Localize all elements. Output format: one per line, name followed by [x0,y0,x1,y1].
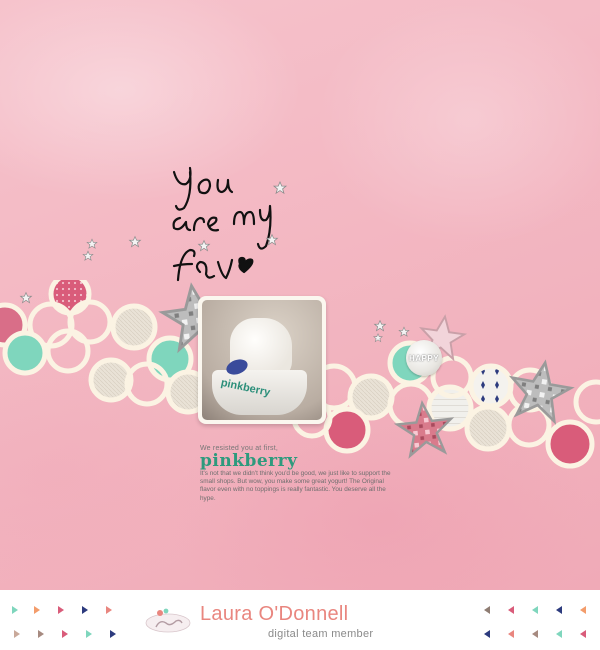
ribbon-circle [110,303,158,351]
happy-badge: HAPPY [406,340,442,376]
journaling-block: We resisted you at first, pinkberry It's… [200,445,400,503]
scrapbook-page: pinkberry HAPPY We resisted you at first… [0,0,600,650]
ribbon-circle [2,330,48,376]
ribbon-circle [464,404,512,452]
ribbon-circle [545,419,595,469]
designer-name: Laura O'Donnell [200,603,349,625]
designer-role: digital team member [268,628,374,640]
journal-brand: pinkberry [200,451,298,471]
designer-logo [145,608,191,633]
ribbon-circle [468,363,514,409]
ribbon-circle [573,379,600,425]
journal-body: It's not that we didn't think you'd be g… [200,470,391,502]
frozen-yogurt-image: pinkberry [202,300,322,420]
frozen-yogurt-photo: pinkberry [198,296,326,424]
silver-glitter-star [508,359,575,425]
ribbon-circle [67,299,113,345]
happy-badge-label: HAPPY [408,353,440,363]
ribbon-circle [48,280,92,316]
pink-watercolor-background: pinkberry HAPPY We resisted you at first… [0,0,600,590]
